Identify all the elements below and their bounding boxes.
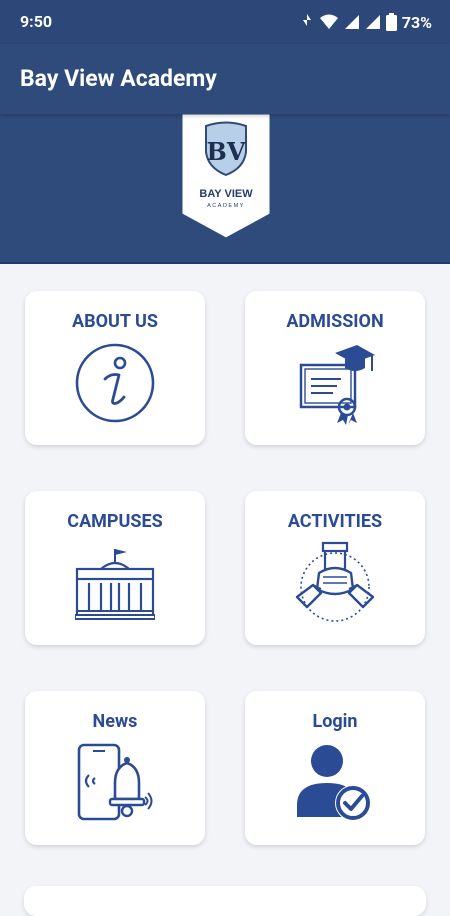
tile-campuses[interactable]: CAMPUSES: [25, 491, 205, 645]
teamwork-hands-icon: [295, 541, 375, 622]
signal-icon: [344, 15, 359, 29]
battery-percent: 73%: [401, 12, 432, 32]
building-icon: [75, 549, 155, 620]
diploma-icon: [299, 345, 375, 425]
logo-subtitle: ACADEMY: [207, 203, 245, 209]
academy-logo: BV BAY VIEW ACADEMY: [181, 114, 271, 239]
tile-label: News: [92, 711, 138, 732]
tile-about-us[interactable]: ABOUT US: [25, 291, 205, 445]
status-bar: 9:50 73%: [0, 0, 450, 44]
logo-name: BAY VIEW: [199, 188, 253, 200]
tile-label: ACTIVITIES: [287, 511, 383, 532]
battery-icon: [385, 13, 397, 31]
tile-label: Login: [312, 711, 358, 732]
nfc-icon: [302, 14, 311, 26]
user-check-icon: [297, 745, 371, 821]
info-icon: [75, 343, 155, 423]
wifi-icon: [319, 14, 338, 29]
logo-monogram: BV: [207, 137, 246, 166]
app-bar: Bay View Academy: [0, 44, 450, 114]
tile-admission[interactable]: ADMISSION: [245, 291, 425, 445]
signal-icon: [365, 15, 380, 29]
status-icons: 73%: [300, 10, 432, 34]
app-title: Bay View Academy: [20, 65, 217, 92]
tile-activities[interactable]: ACTIVITIES: [245, 491, 425, 645]
tile-partial[interactable]: [24, 886, 426, 916]
tile-label: CAMPUSES: [67, 511, 163, 532]
tile-news[interactable]: News: [25, 691, 205, 845]
status-time: 9:50: [20, 12, 53, 31]
phone-bell-icon: [77, 743, 153, 821]
tile-login[interactable]: Login: [245, 691, 425, 845]
tile-label: ADMISSION: [286, 311, 384, 332]
tile-label: ABOUT US: [72, 311, 158, 332]
hero-banner: BV BAY VIEW ACADEMY: [0, 114, 450, 264]
